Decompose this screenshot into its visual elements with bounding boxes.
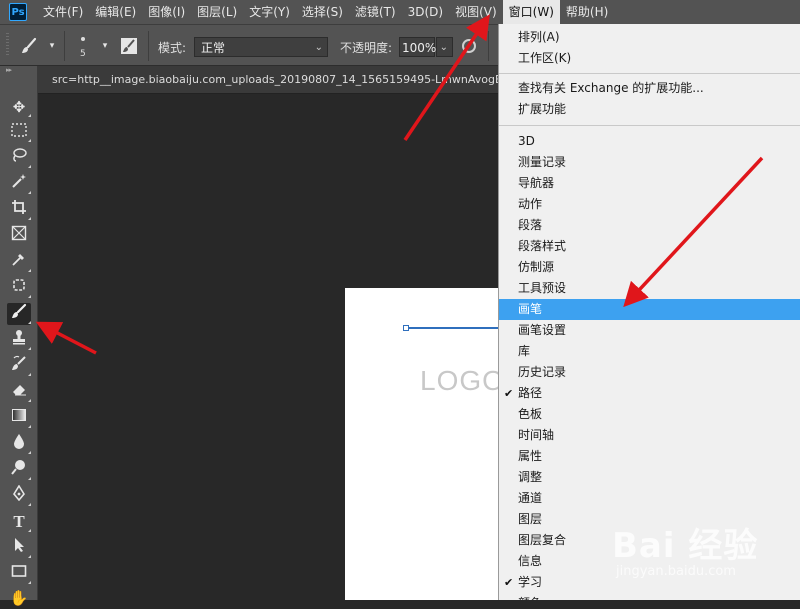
- menu-layer[interactable]: 图层(L): [191, 0, 243, 24]
- brush-size-preview[interactable]: [81, 37, 85, 41]
- menu-window[interactable]: 窗口(W): [502, 0, 560, 24]
- photoshop-logo: Ps: [9, 3, 27, 21]
- clone-stamp-tool-icon[interactable]: [7, 329, 31, 351]
- menu-item-libraries[interactable]: 库: [499, 341, 800, 362]
- divider: [148, 31, 149, 61]
- checkmark-icon: ✔: [504, 576, 514, 589]
- menu-item-paragraph[interactable]: 段落: [499, 215, 800, 236]
- divider: [488, 31, 489, 61]
- marquee-tool-icon[interactable]: [7, 121, 31, 143]
- menu-item-learn[interactable]: ✔ 学习: [499, 572, 800, 593]
- menu-item-properties[interactable]: 属性: [499, 446, 800, 467]
- menu-item-arrange[interactable]: 排列(A): [499, 27, 800, 48]
- menu-item-clone-source[interactable]: 仿制源: [499, 257, 800, 278]
- opacity-label: 不透明度:: [340, 41, 393, 55]
- brush-settings-panel-icon[interactable]: [120, 37, 138, 55]
- canvas-logo-text: LOGO: [420, 365, 505, 396]
- document-canvas[interactable]: LOGO: [345, 288, 509, 600]
- opacity-input[interactable]: 100%: [399, 37, 437, 57]
- menu-item-color[interactable]: 颜色: [499, 593, 800, 600]
- menu-edit[interactable]: 编辑(E): [89, 0, 142, 24]
- menu-item-channels[interactable]: 通道: [499, 488, 800, 509]
- menu-file[interactable]: 文件(F): [37, 0, 89, 24]
- divider: [64, 31, 65, 61]
- menu-view[interactable]: 视图(V): [449, 0, 503, 24]
- spot-healing-tool-icon[interactable]: [7, 277, 31, 299]
- menu-help[interactable]: 帮助(H): [560, 0, 614, 24]
- crop-tool-icon[interactable]: [7, 199, 31, 221]
- menu-item-layer-comps[interactable]: 图层复合: [499, 530, 800, 551]
- type-tool-icon[interactable]: T: [7, 511, 31, 533]
- menu-item-workspace[interactable]: 工作区(K): [499, 48, 800, 69]
- document-tab[interactable]: src=http__image.biaobaiju.com_uploads_20…: [38, 66, 500, 94]
- path-selection-tool-icon[interactable]: [7, 537, 31, 559]
- document-tab-title: src=http__image.biaobaiju.com_uploads_20…: [52, 73, 500, 86]
- dodge-tool-icon[interactable]: [7, 459, 31, 481]
- menu-item-find-extensions[interactable]: 查找有关 Exchange 的扩展功能...: [499, 78, 800, 99]
- frame-tool-icon[interactable]: [7, 225, 31, 247]
- pressure-opacity-icon[interactable]: [462, 39, 476, 53]
- magic-wand-tool-icon[interactable]: [7, 173, 31, 195]
- blend-mode-select[interactable]: 正常 ⌄: [194, 37, 328, 57]
- chevron-down-icon: ⌄: [439, 42, 448, 53]
- menu-type[interactable]: 文字(Y): [243, 0, 296, 24]
- menu-item-actions[interactable]: 动作: [499, 194, 800, 215]
- menu-item-timeline[interactable]: 时间轴: [499, 425, 800, 446]
- eyedropper-tool-icon[interactable]: [7, 251, 31, 273]
- menu-divider: [499, 125, 800, 126]
- path-segment[interactable]: [409, 327, 509, 329]
- menu-item-paragraph-styles[interactable]: 段落样式: [499, 236, 800, 257]
- hand-tool-icon[interactable]: ✋: [7, 587, 31, 609]
- pen-tool-icon[interactable]: [7, 484, 31, 507]
- lasso-tool-icon[interactable]: [7, 147, 31, 169]
- menu-item-3d[interactable]: 3D: [499, 131, 800, 152]
- menu-item-measurement-log[interactable]: 测量记录: [499, 152, 800, 173]
- options-bar-grip[interactable]: [6, 33, 9, 57]
- menu-3d[interactable]: 3D(D): [402, 0, 449, 24]
- mode-label: 模式:: [158, 41, 187, 55]
- brush-tool-preset-icon[interactable]: [20, 37, 38, 55]
- blur-tool-icon[interactable]: [7, 433, 31, 455]
- menu-filter[interactable]: 滤镜(T): [349, 0, 402, 24]
- menu-image[interactable]: 图像(I): [142, 0, 191, 24]
- menu-bar: Ps 文件(F) 编辑(E) 图像(I) 图层(L) 文字(Y) 选择(S) 滤…: [0, 0, 800, 24]
- opacity-value: 100%: [402, 41, 437, 55]
- chevron-down-icon: ⌄: [314, 42, 323, 53]
- gradient-tool-icon[interactable]: [7, 407, 31, 429]
- move-tool-icon[interactable]: ✥: [7, 96, 31, 118]
- menu-item-info[interactable]: 信息: [499, 551, 800, 572]
- history-brush-tool-icon[interactable]: [7, 355, 31, 377]
- chevron-down-icon[interactable]: ▾: [43, 37, 61, 55]
- menu-item-history[interactable]: 历史记录: [499, 362, 800, 383]
- blend-mode-value: 正常: [201, 41, 226, 55]
- rectangle-tool-icon[interactable]: [7, 563, 31, 585]
- toolbox: ▸▸ ✥ T ✋: [0, 66, 38, 607]
- eraser-tool-icon[interactable]: [7, 381, 31, 403]
- menu-item-layers[interactable]: 图层: [499, 509, 800, 530]
- menu-item-brush-settings[interactable]: 画笔设置: [499, 320, 800, 341]
- menu-item-swatches[interactable]: 色板: [499, 404, 800, 425]
- opacity-slider-toggle[interactable]: ⌄: [436, 37, 453, 57]
- brush-tool-icon[interactable]: [7, 303, 31, 325]
- chevron-down-icon[interactable]: ▾: [96, 37, 114, 55]
- checkmark-icon: ✔: [504, 387, 514, 400]
- menu-item-navigator[interactable]: 导航器: [499, 173, 800, 194]
- toolbox-collapse-icon[interactable]: ▸▸: [0, 66, 37, 74]
- menu-item-tool-presets[interactable]: 工具预设: [499, 278, 800, 299]
- menu-item-adjustments[interactable]: 调整: [499, 467, 800, 488]
- menu-item-extensions[interactable]: 扩展功能: [499, 99, 800, 120]
- window-menu-dropdown: 排列(A) 工作区(K) 查找有关 Exchange 的扩展功能... 扩展功能…: [498, 24, 800, 600]
- canvas-area[interactable]: LOGO: [38, 94, 509, 600]
- menu-item-brushes[interactable]: 画笔: [499, 299, 800, 320]
- brush-size-value[interactable]: 5: [80, 49, 86, 59]
- menu-item-paths[interactable]: ✔ 路径: [499, 383, 800, 404]
- menu-select[interactable]: 选择(S): [296, 0, 349, 24]
- menu-divider: [499, 73, 800, 74]
